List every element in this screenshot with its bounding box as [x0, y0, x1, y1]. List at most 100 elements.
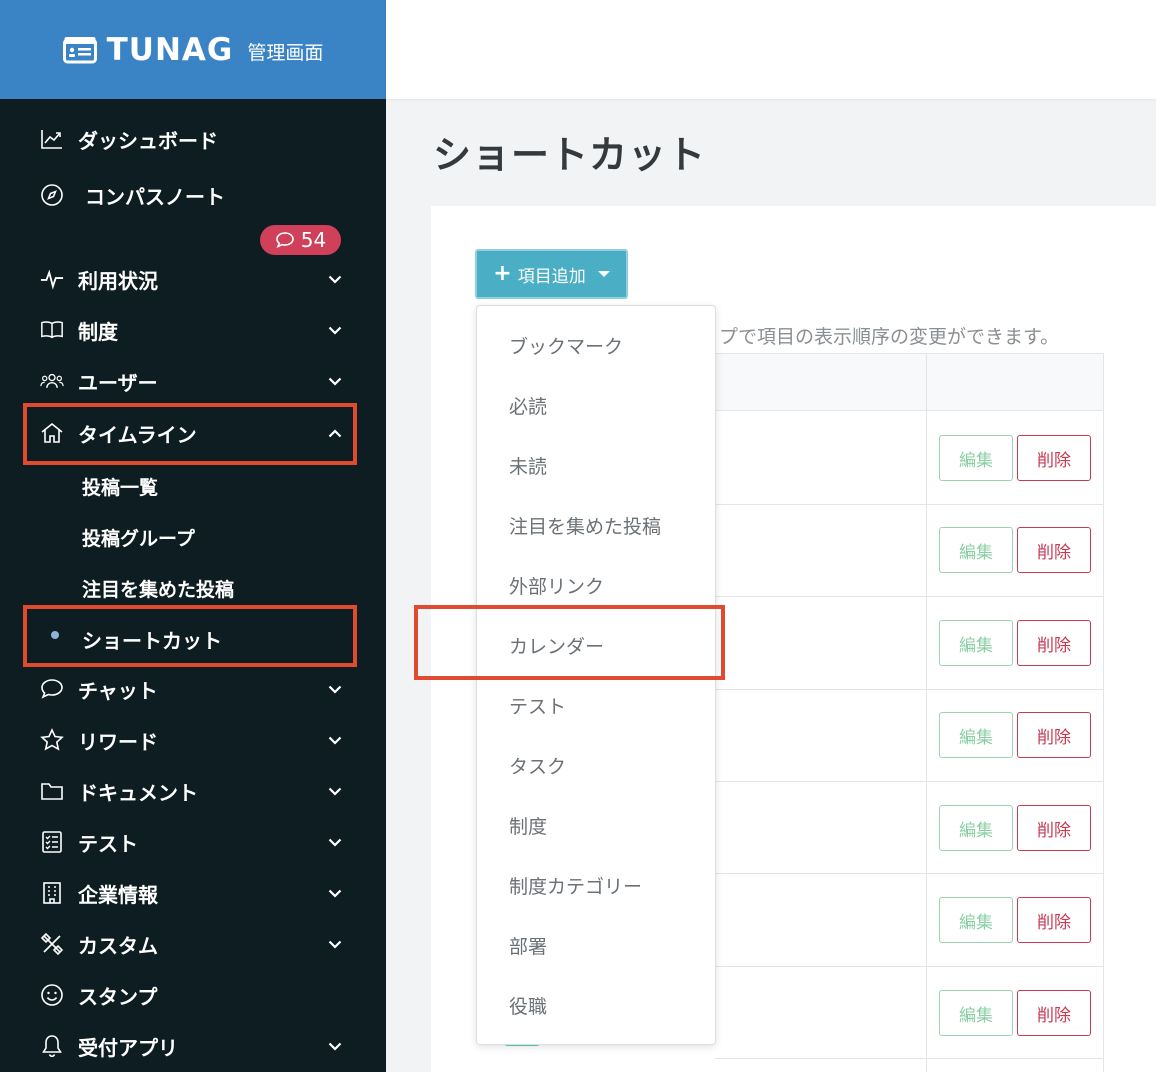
sidebar-item-usage[interactable]: 利用状況: [0, 259, 386, 299]
row-divider: [715, 873, 1104, 874]
sidebar-item-label: 企業情報: [78, 882, 158, 907]
dropdown-item-featured-posts[interactable]: 注目を集めた投稿: [509, 512, 661, 539]
smile-icon: [40, 983, 64, 1007]
sidebar-item-label: カスタム: [78, 933, 158, 958]
highlight-box-timeline: [23, 403, 357, 465]
sidebar-item-reward[interactable]: リワード: [0, 720, 386, 760]
row-divider: [715, 596, 1104, 597]
row-divider: [715, 966, 1104, 967]
sidebar-item-users[interactable]: ユーザー: [0, 361, 386, 401]
chevron-down-icon: [324, 678, 346, 700]
delete-button[interactable]: 削除: [1017, 620, 1091, 666]
sidebar-item-label: チャット: [78, 678, 158, 703]
chevron-down-icon: [324, 933, 346, 955]
chart-line-icon: [40, 127, 64, 151]
delete-button[interactable]: 削除: [1017, 990, 1091, 1036]
tools-icon: [40, 932, 64, 956]
table-right-border: [1103, 353, 1104, 1072]
delete-button[interactable]: 削除: [1017, 897, 1091, 943]
delete-button[interactable]: 削除: [1017, 435, 1091, 481]
edit-button[interactable]: 編集: [939, 897, 1013, 943]
star-icon: [40, 728, 64, 752]
dropdown-item-bookmark[interactable]: ブックマーク: [509, 332, 623, 359]
dropdown-item-must-read[interactable]: 必読: [509, 392, 547, 419]
add-item-dropdown-button[interactable]: + 項目追加: [475, 249, 628, 299]
edit-button[interactable]: 編集: [939, 435, 1013, 481]
row-divider: [715, 689, 1104, 690]
sidebar-subitem-post-list[interactable]: 投稿一覧: [82, 473, 158, 500]
pulse-icon: [40, 267, 64, 291]
chevron-down-icon: [324, 370, 346, 392]
chevron-down-icon: [324, 1035, 346, 1057]
dropdown-item-unread[interactable]: 未読: [509, 452, 547, 479]
speech-bubble-icon: [275, 232, 294, 249]
sidebar-item-label: ユーザー: [78, 370, 158, 395]
checklist-icon: [40, 830, 64, 854]
brand-subtitle: 管理画面: [247, 42, 324, 64]
page-title: ショートカット: [433, 133, 707, 177]
sidebar-item-label: 受付アプリ: [78, 1035, 178, 1060]
dropdown-item-external-link[interactable]: 外部リンク: [509, 572, 604, 599]
brand-header[interactable]: TUNAG 管理画面: [0, 0, 386, 99]
delete-button[interactable]: 削除: [1017, 805, 1091, 851]
caret-down-icon: [597, 271, 610, 277]
sidebar-item-label: スタンプ: [78, 984, 158, 1009]
column-divider: [926, 353, 927, 1072]
edit-button[interactable]: 編集: [939, 527, 1013, 573]
delete-button[interactable]: 削除: [1017, 527, 1091, 573]
sidebar-item-dashboard[interactable]: ダッシュボード: [0, 119, 386, 159]
dropdown-item-position[interactable]: 役職: [509, 992, 547, 1019]
brand-name: TUNAG: [106, 31, 234, 68]
sidebar-item-compass-note[interactable]: コンパスノート: [0, 175, 386, 215]
sidebar-item-company-info[interactable]: 企業情報: [0, 873, 386, 913]
sidebar-item-label: ドキュメント: [78, 780, 198, 805]
compass-icon: [40, 183, 64, 207]
highlight-box-calendar: [414, 605, 725, 680]
edit-button[interactable]: 編集: [939, 712, 1013, 758]
chevron-down-icon: [324, 729, 346, 751]
top-bar: [386, 0, 1156, 99]
sidebar-item-stamp[interactable]: スタンプ: [0, 975, 386, 1015]
plus-icon: +: [493, 260, 512, 286]
chat-bubble-icon: [40, 677, 64, 701]
sidebar-item-label: 利用状況: [78, 268, 158, 293]
edit-button[interactable]: 編集: [939, 805, 1013, 851]
sidebar-item-label: テスト: [78, 831, 138, 856]
highlight-box-shortcut: [23, 605, 357, 667]
dropdown-item-task[interactable]: タスク: [509, 752, 566, 779]
sidebar-item-documents[interactable]: ドキュメント: [0, 771, 386, 811]
sidebar-item-chat[interactable]: チャット: [0, 669, 386, 709]
brand-logo: TUNAG: [62, 31, 234, 68]
sidebar-item-custom[interactable]: カスタム: [0, 924, 386, 964]
sidebar-subitem-post-groups[interactable]: 投稿グループ: [82, 524, 195, 551]
chevron-down-icon: [324, 268, 346, 290]
dropdown-item-test[interactable]: テスト: [509, 692, 566, 719]
sidebar-item-system[interactable]: 制度: [0, 310, 386, 350]
dropdown-item-department[interactable]: 部署: [509, 932, 547, 959]
sidebar-item-reception-app[interactable]: 受付アプリ: [0, 1026, 386, 1066]
sidebar-item-label: ダッシュボード: [78, 128, 218, 153]
folder-icon: [40, 779, 64, 803]
add-item-label: 項目追加: [517, 266, 586, 287]
bell-icon: [40, 1034, 64, 1058]
sidebar-item-label: コンパスノート: [85, 184, 225, 209]
dropdown-item-system-category[interactable]: 制度カテゴリー: [509, 872, 642, 899]
edit-button[interactable]: 編集: [939, 620, 1013, 666]
delete-button[interactable]: 削除: [1017, 712, 1091, 758]
sidebar-subitem-featured-posts[interactable]: 注目を集めた投稿: [82, 575, 234, 602]
badge-count: 54: [300, 228, 327, 252]
book-open-icon: [40, 318, 64, 342]
dropdown-item-system[interactable]: 制度: [509, 812, 547, 839]
row-divider: [715, 1058, 1104, 1059]
chevron-down-icon: [324, 780, 346, 802]
chat-count-badge[interactable]: 54: [260, 225, 341, 255]
row-divider: [715, 781, 1104, 782]
sidebar-item-label: リワード: [78, 729, 158, 754]
sidebar-item-test[interactable]: テスト: [0, 822, 386, 862]
chevron-down-icon: [324, 319, 346, 341]
building-icon: [40, 881, 64, 905]
chevron-down-icon: [324, 882, 346, 904]
edit-button[interactable]: 編集: [939, 990, 1013, 1036]
sidebar-item-label: 制度: [78, 319, 118, 344]
table-header: [715, 353, 1104, 411]
